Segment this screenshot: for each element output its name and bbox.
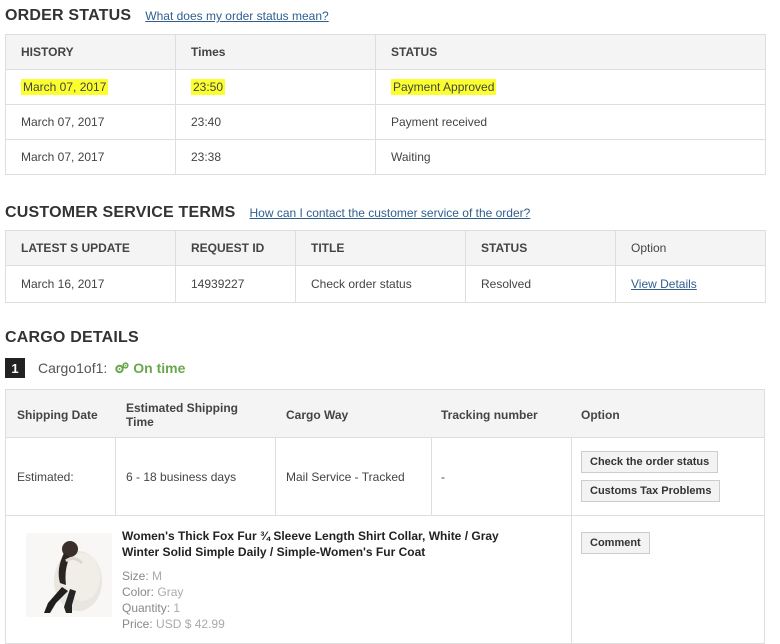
- table-row: March 16, 2017 14939227 Check order stat…: [5, 265, 766, 303]
- table-row: March 07, 2017 23:40 Payment received: [5, 104, 766, 140]
- history-date: March 07, 2017: [21, 79, 109, 95]
- column-header-shipping-date: Shipping Date: [17, 408, 98, 422]
- option-cell: View Details: [615, 265, 766, 303]
- gears-icon: [115, 362, 129, 374]
- quantity-label: Quantity:: [122, 601, 171, 615]
- comment-button[interactable]: Comment: [581, 532, 650, 554]
- history-status: Waiting: [375, 139, 766, 175]
- price-value: USD $ 42.99: [156, 617, 225, 631]
- cargo-table: Shipping Date Estimated Shipping Time Ca…: [5, 389, 765, 644]
- request-status: Resolved: [465, 265, 616, 303]
- price-label: Price:: [122, 617, 153, 631]
- estimated-time-value: 6 - 18 business days: [126, 470, 237, 484]
- column-header-option: Option: [581, 408, 620, 422]
- cargo-way-value: Mail Service - Tracked: [286, 470, 405, 484]
- divider: [115, 438, 116, 515]
- history-time: 23:50: [191, 79, 226, 95]
- cargo-details-title: CARGO DETAILS: [5, 329, 139, 346]
- column-header-request-id: REQUEST ID: [175, 230, 296, 266]
- cargo-number-badge: 1: [5, 358, 25, 378]
- column-header-status: STATUS: [465, 230, 616, 266]
- cargo-header-row: Shipping Date Estimated Shipping Time Ca…: [6, 390, 764, 438]
- order-status-help-link[interactable]: What does my order status mean?: [145, 9, 328, 23]
- cargo-line: 1 Cargo1of1: On time: [5, 358, 185, 378]
- size-label: Size:: [122, 569, 149, 583]
- column-header-option: Option: [615, 230, 766, 266]
- order-status-title: ORDER STATUS: [5, 7, 132, 24]
- order-status-header: ORDER STATUS What does my order status m…: [5, 7, 329, 25]
- history-status: Payment received: [375, 104, 766, 140]
- cargo-label: Cargo1of1:: [38, 360, 108, 376]
- column-header-estimated-time: Estimated Shipping Time: [126, 401, 239, 429]
- product-price: Price: USD $ 42.99: [122, 617, 225, 631]
- history-date-cell: March 07, 2017: [5, 69, 176, 105]
- size-value: M: [152, 569, 163, 583]
- quantity-value: 1: [173, 601, 181, 615]
- shipping-date-value: Estimated:: [17, 470, 74, 484]
- order-status-table: HISTORY Times STATUS March 07, 2017 23:5…: [5, 34, 766, 175]
- history-time: 23:38: [175, 139, 376, 175]
- column-header-history: HISTORY: [5, 34, 176, 70]
- update-date: March 16, 2017: [5, 265, 176, 303]
- history-date: March 07, 2017: [5, 104, 176, 140]
- order-status-header-row: HISTORY Times STATUS: [5, 34, 766, 70]
- table-row: March 07, 2017 23:38 Waiting: [5, 139, 766, 175]
- request-id: 14939227: [175, 265, 296, 303]
- divider: [571, 438, 572, 515]
- customer-service-title: CUSTOMER SERVICE TERMS: [5, 204, 236, 221]
- customer-service-header-row: LATEST S UPDATE REQUEST ID TITLE STATUS …: [5, 230, 766, 266]
- product-size: Size: M: [122, 569, 162, 583]
- table-row: March 07, 2017 23:50 Payment Approved: [5, 69, 766, 105]
- divider: [275, 438, 276, 515]
- column-header-tracking-number: Tracking number: [441, 408, 538, 422]
- product-title[interactable]: Women's Thick Fox Fur ¾ Sleeve Length Sh…: [122, 528, 522, 560]
- request-title: Check order status: [295, 265, 466, 303]
- column-header-status: STATUS: [375, 34, 766, 70]
- column-header-times: Times: [175, 34, 376, 70]
- divider: [571, 516, 572, 643]
- cargo-details-header: CARGO DETAILS: [5, 329, 139, 347]
- customer-service-header: CUSTOMER SERVICE TERMS How can I contact…: [5, 204, 530, 222]
- history-time: 23:40: [175, 104, 376, 140]
- history-status-cell: Payment Approved: [375, 69, 766, 105]
- customer-service-help-link[interactable]: How can I contact the customer service o…: [250, 206, 531, 220]
- divider: [431, 438, 432, 515]
- column-header-latest-update: LATEST S UPDATE: [5, 230, 176, 266]
- check-order-status-button[interactable]: Check the order status: [581, 451, 719, 473]
- tracking-number-value: -: [441, 470, 445, 484]
- cargo-status-text: On time: [133, 360, 186, 376]
- color-value: Gray: [157, 585, 184, 599]
- product-photo: [26, 533, 112, 617]
- column-header-title: TITLE: [295, 230, 466, 266]
- cargo-row: Estimated: 6 - 18 business days Mail Ser…: [6, 438, 764, 516]
- cargo-status: On time: [115, 360, 185, 376]
- color-label: Color:: [122, 585, 155, 599]
- customs-tax-problems-button[interactable]: Customs Tax Problems: [581, 480, 721, 502]
- history-date: March 07, 2017: [5, 139, 176, 175]
- product-image: [26, 533, 112, 617]
- product-quantity: Quantity: 1: [122, 601, 180, 615]
- history-status: Payment Approved: [391, 79, 497, 95]
- product-color: Color: Gray: [122, 585, 183, 599]
- customer-service-table: LATEST S UPDATE REQUEST ID TITLE STATUS …: [5, 230, 766, 303]
- history-time-cell: 23:50: [175, 69, 376, 105]
- view-details-link[interactable]: View Details: [631, 277, 697, 291]
- column-header-cargo-way: Cargo Way: [286, 408, 349, 422]
